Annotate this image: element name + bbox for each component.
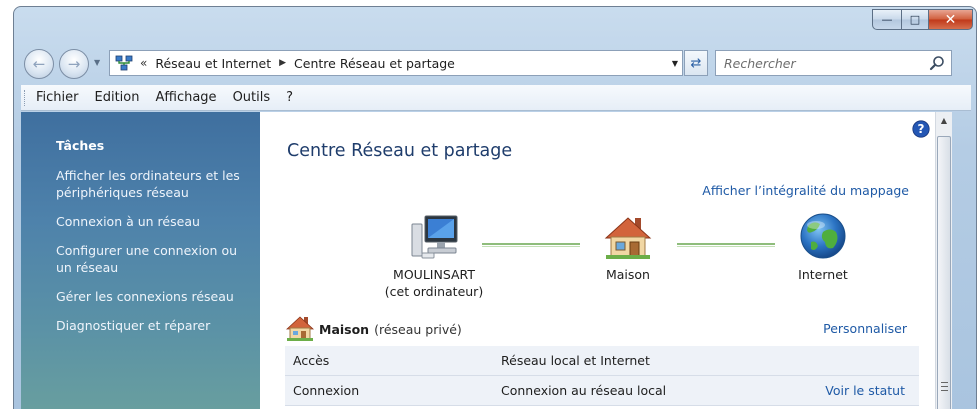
table-row: Accès Réseau local et Internet (285, 346, 919, 376)
node-house-name: Maison (605, 267, 650, 282)
vertical-scrollbar[interactable]: ▲ (935, 112, 952, 409)
network-name: Maison (319, 321, 370, 337)
recent-pages-dropdown[interactable]: ▼ (94, 58, 100, 67)
explorer-window: — □ ✕ ← → ▼ « Réseau et Internet ▶ Centr… (13, 6, 977, 409)
row-value: Connexion au réseau local (501, 383, 667, 398)
close-button[interactable]: ✕ (928, 9, 973, 30)
network-details-table: Accès Réseau local et Internet Connexion… (285, 346, 919, 406)
network-type: (réseau privé) (374, 321, 462, 337)
menu-outils[interactable]: Outils (225, 90, 279, 105)
page-title: Centre Réseau et partage (287, 141, 513, 161)
customize-link[interactable]: Personnaliser (823, 321, 907, 336)
sidebar-link-view-computers[interactable]: Afficher les ordinateurs et les périphér… (56, 167, 256, 201)
sidebar-link-manage-connections[interactable]: Gérer les connexions réseau (56, 288, 256, 305)
address-dropdown-icon[interactable]: ▼ (672, 59, 678, 68)
full-map-link[interactable]: Afficher l’intégralité du mappage (702, 183, 909, 198)
maximize-button[interactable]: □ (901, 9, 928, 30)
menu-aide[interactable]: ? (278, 90, 301, 105)
node-computer-name: MOULINSART (393, 267, 475, 282)
menu-affichage[interactable]: Affichage (147, 90, 224, 105)
sidebar-title: Tâches (56, 138, 105, 153)
main-content: ? Centre Réseau et partage Afficher l’in… (260, 112, 935, 409)
node-computer-subtitle: (cet ordinateur) (384, 284, 484, 299)
row-value: Réseau local et Internet (501, 353, 650, 368)
breadcrumb-centre-reseau[interactable]: Centre Réseau et partage (294, 56, 455, 71)
house-icon (558, 208, 698, 260)
table-row: Connexion Connexion au réseau local Voir… (285, 376, 919, 406)
refresh-icon: ⇄ (690, 55, 702, 71)
scroll-thumb[interactable] (937, 136, 951, 409)
house-small-icon (285, 315, 315, 344)
breadcrumb-reseau-internet[interactable]: Réseau et Internet (155, 56, 271, 71)
back-button[interactable]: ← (24, 49, 54, 79)
search-input[interactable] (722, 54, 922, 72)
row-key: Accès (293, 353, 330, 368)
globe-icon (753, 208, 893, 260)
node-internet[interactable]: Internet (753, 208, 893, 283)
arrow-right-icon: → (67, 55, 81, 73)
search-icon[interactable] (929, 55, 945, 74)
sidebar-link-connect-network[interactable]: Connexion à un réseau (56, 213, 256, 230)
address-bar[interactable]: « Réseau et Internet ▶ Centre Réseau et … (109, 50, 683, 76)
refresh-button[interactable]: ⇄ (684, 50, 708, 76)
network-header: Maison (réseau privé) Personnaliser (285, 315, 919, 344)
menu-bar: Fichier Edition Affichage Outils ? (21, 85, 971, 111)
minimize-button[interactable]: — (872, 9, 901, 30)
help-icon[interactable]: ? (912, 120, 930, 141)
arrow-left-icon: ← (32, 55, 46, 73)
svg-text:?: ? (918, 122, 925, 136)
window-controls: — □ ✕ (872, 9, 973, 30)
row-key: Connexion (293, 383, 360, 398)
scroll-up-arrow[interactable]: ▲ (936, 112, 952, 129)
menu-edition[interactable]: Edition (87, 90, 148, 105)
network-icon (114, 53, 134, 73)
navigation-bar: ← → ▼ « Réseau et Internet ▶ Centre Rése… (14, 47, 976, 79)
node-internet-name: Internet (798, 267, 848, 282)
computer-icon (364, 208, 504, 260)
view-status-link[interactable]: Voir le statut (825, 383, 905, 398)
task-sidebar: Tâches Afficher les ordinateurs et les p… (21, 112, 260, 409)
chevron-double-left-icon[interactable]: « (140, 56, 147, 70)
forward-button[interactable]: → (59, 49, 89, 79)
node-computer[interactable]: MOULINSART (cet ordinateur) (364, 208, 504, 300)
sidebar-link-setup-connection[interactable]: Configurer une connexion ou un réseau (56, 242, 256, 276)
search-box (715, 50, 952, 76)
chevron-right-icon[interactable]: ▶ (279, 58, 286, 68)
menu-fichier[interactable]: Fichier (28, 90, 87, 105)
sidebar-link-diagnose-repair[interactable]: Diagnostiquer et réparer (56, 317, 256, 334)
scroll-grip-icon (941, 382, 948, 391)
